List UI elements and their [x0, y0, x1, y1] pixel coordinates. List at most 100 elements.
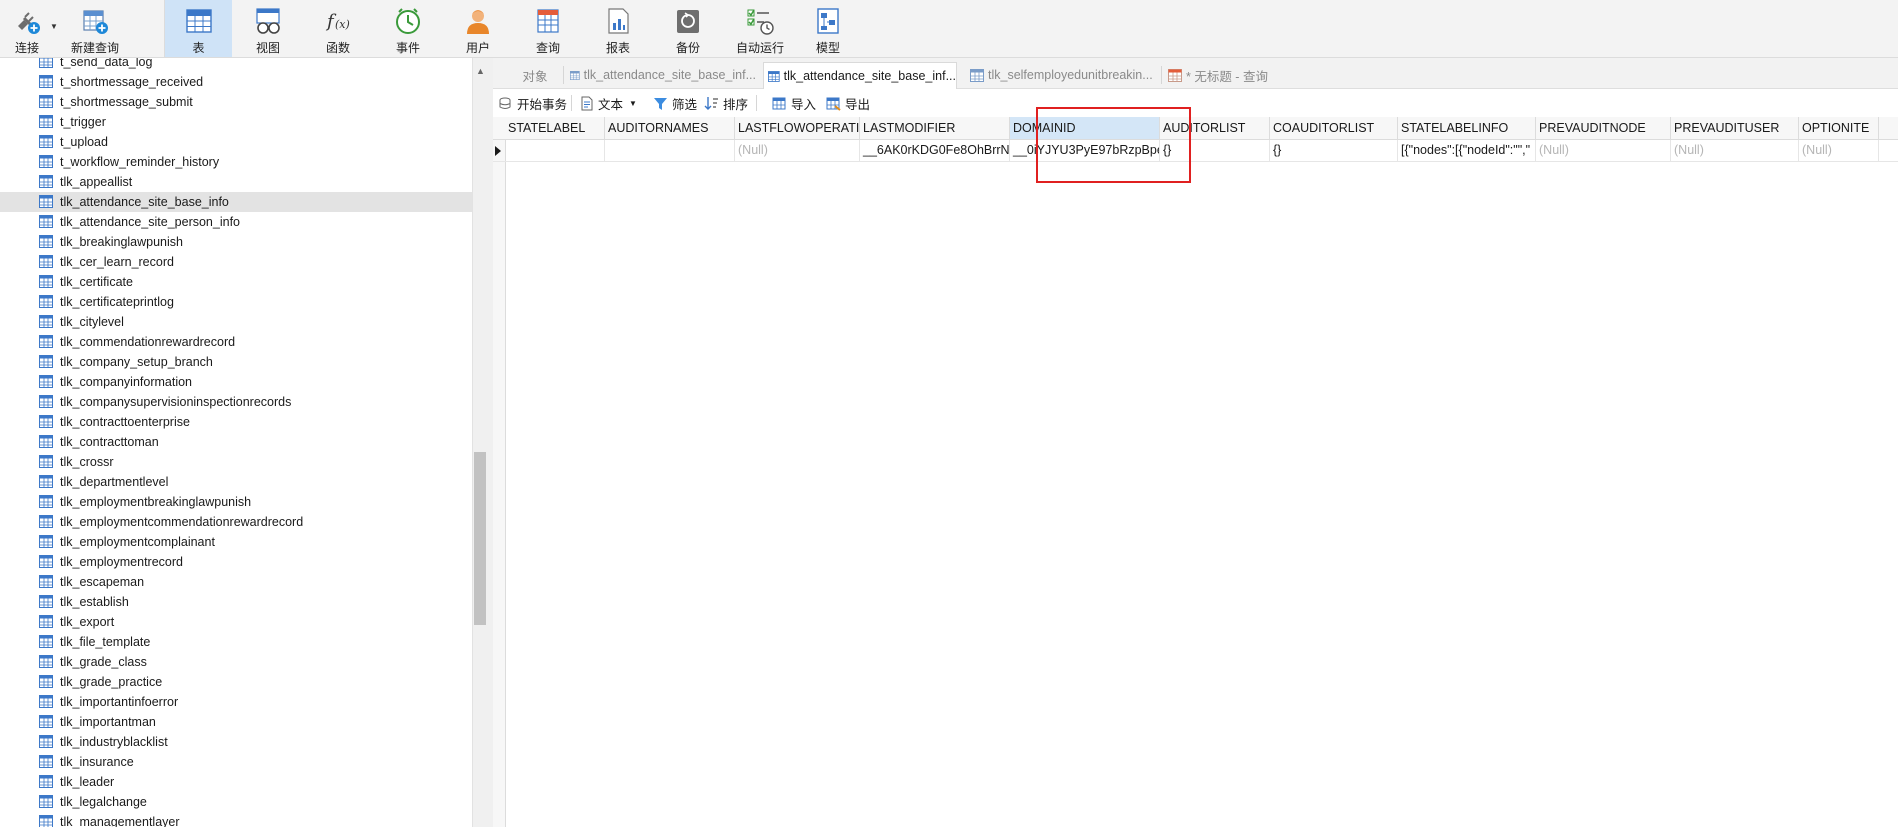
- column-header-coauditorlist[interactable]: COAUDITORLIST: [1270, 117, 1398, 139]
- navigator-table-item[interactable]: t_send_data_log: [0, 58, 472, 72]
- navigator-table-item[interactable]: tlk_companysupervisioninspectionrecords: [0, 392, 472, 412]
- navigator-table-item[interactable]: tlk_employmentbreakinglawpunish: [0, 492, 472, 512]
- navigator-table-item[interactable]: tlk_importantman: [0, 712, 472, 732]
- table-icon: [39, 315, 53, 328]
- navigator-table-name: tlk_export: [60, 615, 115, 629]
- tab-objects[interactable]: 对象: [515, 62, 555, 88]
- navigator-table-item[interactable]: tlk_commendationrewardrecord: [0, 332, 472, 352]
- auto-run-button[interactable]: 自动运行: [730, 0, 790, 57]
- navigator-table-item[interactable]: tlk_crossr: [0, 452, 472, 472]
- table-icon: [39, 555, 53, 568]
- tab-separator: [563, 66, 564, 84]
- navigator-table-name: tlk_employmentrecord: [60, 555, 183, 569]
- tab-table-attendance-1[interactable]: tlk_attendance_site_base_inf...: [566, 62, 756, 88]
- cell-optionite[interactable]: (Null): [1799, 140, 1879, 161]
- navigator-table-item[interactable]: t_trigger: [0, 112, 472, 132]
- navigator-table-item[interactable]: tlk_contracttoenterprise: [0, 412, 472, 432]
- cell-statelabel[interactable]: [505, 140, 605, 161]
- cell-statelabelinfo[interactable]: [{"nodes":[{"nodeId":"",": [1398, 140, 1536, 161]
- column-header-lastmodifier[interactable]: LASTMODIFIER: [860, 117, 1010, 139]
- navigator-table-item[interactable]: tlk_leader: [0, 772, 472, 792]
- column-header-statelabel[interactable]: STATELABEL: [505, 117, 605, 139]
- column-header-lastflowoperation[interactable]: LASTFLOWOPERATION: [735, 117, 860, 139]
- cell-coauditorlist[interactable]: {}: [1270, 140, 1398, 161]
- cell-lastmodifier[interactable]: __6AK0rKDG0Fe8OhBrrN0: [860, 140, 1010, 161]
- navigator-table-item[interactable]: tlk_industryblacklist: [0, 732, 472, 752]
- navigator-table-item[interactable]: tlk_attendance_site_base_info: [0, 192, 472, 212]
- navigator-table-item[interactable]: tlk_employmentcomplainant: [0, 532, 472, 552]
- navigator-table-item[interactable]: tlk_employmentrecord: [0, 552, 472, 572]
- query-button[interactable]: 查询: [520, 0, 576, 57]
- navigator-table-item[interactable]: tlk_citylevel: [0, 312, 472, 332]
- navigator-scrollbar[interactable]: [472, 58, 489, 827]
- navigator-table-item[interactable]: tlk_cer_learn_record: [0, 252, 472, 272]
- column-header-prevaudituser[interactable]: PREVAUDITUSER: [1671, 117, 1799, 139]
- navigator-table-item[interactable]: tlk_file_template: [0, 632, 472, 652]
- column-header-prevauditnode[interactable]: PREVAUDITNODE: [1536, 117, 1671, 139]
- column-header-optionite[interactable]: OPTIONITE: [1799, 117, 1879, 139]
- navigator-table-item[interactable]: tlk_employmentcommendationrewardrecord: [0, 512, 472, 532]
- cell-lastflowoperation[interactable]: (Null): [735, 140, 860, 161]
- navigator-table-item[interactable]: tlk_export: [0, 612, 472, 632]
- navigator-table-item[interactable]: tlk_legalchange: [0, 792, 472, 812]
- navigator-table-item[interactable]: tlk_breakinglawpunish: [0, 232, 472, 252]
- navigator-table-name: tlk_cer_learn_record: [60, 255, 174, 269]
- cell-auditornames[interactable]: [605, 140, 735, 161]
- navigator-table-item[interactable]: tlk_escapeman: [0, 572, 472, 592]
- navigator-table-item[interactable]: tlk_grade_practice: [0, 672, 472, 692]
- navigator-table-item[interactable]: tlk_certificate: [0, 272, 472, 292]
- navigator-table-name: tlk_legalchange: [60, 795, 147, 809]
- view-button[interactable]: 视图: [240, 0, 296, 57]
- new-query-button[interactable]: 新建查询: [64, 0, 126, 57]
- backup-button[interactable]: 备份: [660, 0, 716, 57]
- navigator-table-item[interactable]: tlk_establish: [0, 592, 472, 612]
- text-button[interactable]: 文本 ▼: [579, 94, 637, 112]
- begin-transaction-button[interactable]: 开始事务: [498, 94, 567, 112]
- navigator-table-item[interactable]: t_shortmessage_submit: [0, 92, 472, 112]
- scroll-up-arrow-icon[interactable]: ▲: [476, 66, 485, 76]
- tab-table-attendance-2-label: tlk_attendance_site_base_inf...: [783, 69, 956, 83]
- navigator-table-item[interactable]: tlk_grade_class: [0, 652, 472, 672]
- import-button[interactable]: 导入: [772, 94, 816, 112]
- navigator-table-item[interactable]: t_shortmessage_received: [0, 72, 472, 92]
- cell-prevauditnode[interactable]: (Null): [1536, 140, 1671, 161]
- navigator-table-item[interactable]: tlk_certificateprintlog: [0, 292, 472, 312]
- connect-dropdown-arrow-icon[interactable]: ▼: [50, 22, 58, 31]
- sort-button[interactable]: 排序: [704, 94, 748, 112]
- model-button[interactable]: 模型: [800, 0, 856, 57]
- navigator-scrollbar-thumb[interactable]: [474, 452, 486, 625]
- navigator-table-item[interactable]: tlk_company_setup_branch: [0, 352, 472, 372]
- column-header-statelabelinfo[interactable]: STATELABELINFO: [1398, 117, 1536, 139]
- navigator-table-item[interactable]: tlk_insurance: [0, 752, 472, 772]
- navigator-table-item[interactable]: t_workflow_reminder_history: [0, 152, 472, 172]
- navigator-table-item[interactable]: tlk_departmentlevel: [0, 472, 472, 492]
- navigator-table-item[interactable]: tlk_managementlayer: [0, 812, 472, 827]
- navigator-table-item[interactable]: tlk_contracttoman: [0, 432, 472, 452]
- auto-run-checklist-icon: [745, 6, 775, 36]
- function-button[interactable]: f (x) 函数: [310, 0, 366, 57]
- user-button[interactable]: 用户: [450, 0, 506, 57]
- navigator-table-item[interactable]: tlk_appeallist: [0, 172, 472, 192]
- navigator-table-item[interactable]: t_upload: [0, 132, 472, 152]
- navigator-table-name: tlk_managementlayer: [60, 815, 180, 827]
- table-row[interactable]: (Null) __6AK0rKDG0Fe8OhBrrN0 __0iYJYU3PyE9…: [493, 140, 1898, 162]
- table-button[interactable]: 表: [165, 0, 232, 57]
- export-button[interactable]: 导出: [826, 94, 870, 112]
- navigator-table-name: tlk_departmentlevel: [60, 475, 169, 489]
- filter-button[interactable]: 筛选: [653, 94, 697, 112]
- new-query-icon: [80, 6, 110, 36]
- tab-untitled-query[interactable]: * 无标题 - 查询: [1164, 62, 1354, 88]
- tab-table-attendance-2[interactable]: tlk_attendance_site_base_inf...: [763, 62, 957, 89]
- table-icon: [39, 415, 53, 428]
- report-button[interactable]: 报表: [590, 0, 646, 57]
- tab-table-selfemployed[interactable]: tlk_selfemployedunitbreakin...: [966, 62, 1156, 88]
- navigator-table-item[interactable]: tlk_attendance_site_person_info: [0, 212, 472, 232]
- navigator-table-item[interactable]: tlk_importantinfoerror: [0, 692, 472, 712]
- navigator-table-item[interactable]: tlk_companyinformation: [0, 372, 472, 392]
- query-label: 查询: [535, 41, 560, 55]
- connect-button[interactable]: 连接: [2, 0, 52, 57]
- event-button[interactable]: 事件: [380, 0, 436, 57]
- text-dropdown-arrow-icon: ▼: [629, 98, 637, 108]
- column-header-auditornames[interactable]: AUDITORNAMES: [605, 117, 735, 139]
- cell-prevaudituser[interactable]: (Null): [1671, 140, 1799, 161]
